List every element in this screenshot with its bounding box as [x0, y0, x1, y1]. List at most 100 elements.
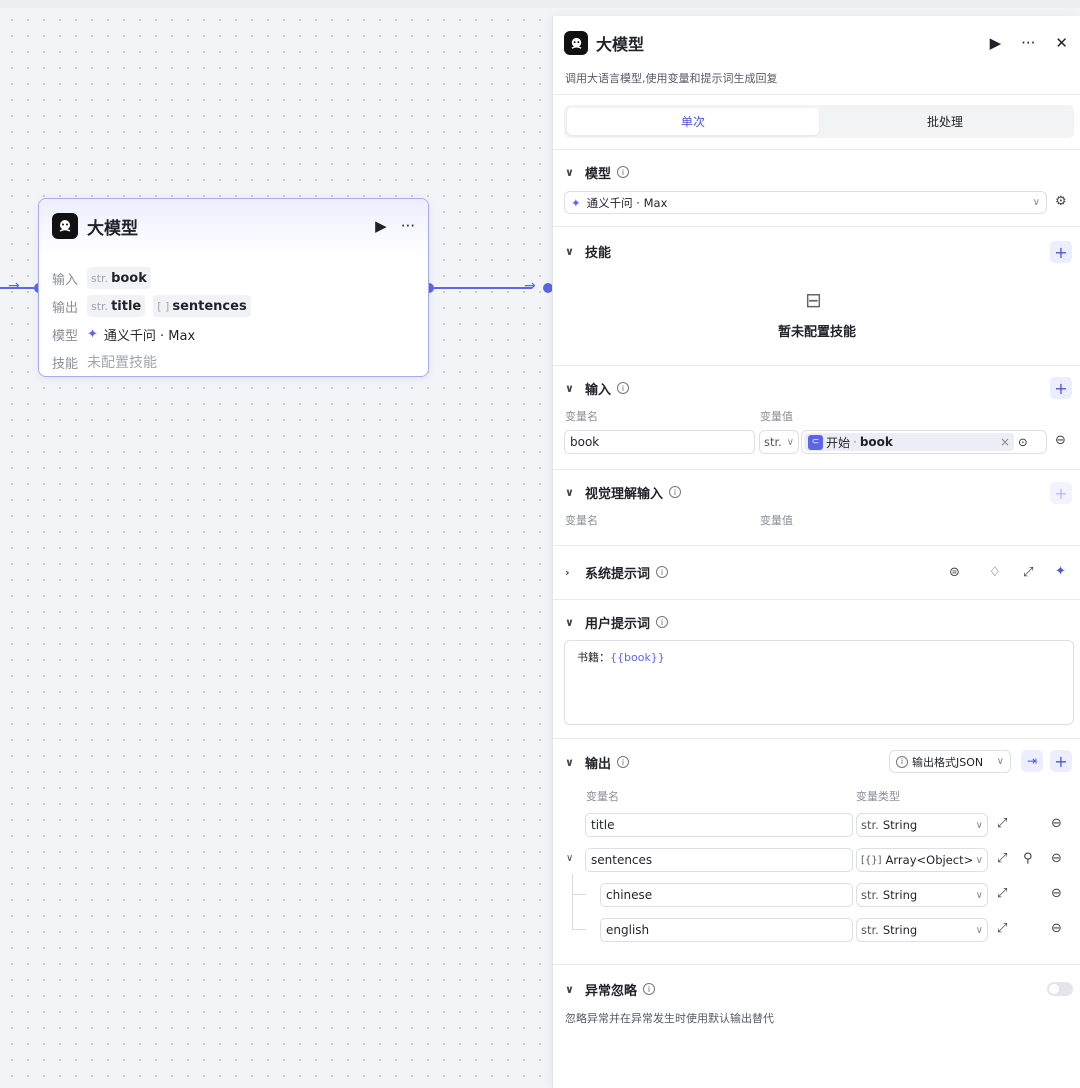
remove-input-icon[interactable]: ⊖: [1055, 433, 1066, 448]
close-icon[interactable]: ✕: [1055, 34, 1068, 52]
import-output-button[interactable]: ⇥: [1021, 750, 1043, 772]
prompt-variable: {{book}}: [610, 651, 665, 664]
remove-output-icon[interactable]: ⊖: [1051, 816, 1062, 831]
add-output-button[interactable]: +: [1050, 750, 1072, 772]
run-icon[interactable]: ▶: [375, 217, 387, 235]
input-var-name[interactable]: book: [564, 430, 755, 454]
chevron-down-icon: ∨: [786, 436, 794, 448]
chevron-down-icon: ∨: [996, 756, 1004, 767]
info-icon: i: [656, 566, 669, 578]
node-title: 大模型: [87, 218, 138, 239]
chevron-down-icon[interactable]: ∨: [566, 853, 573, 864]
chevron-down-icon: ∨: [565, 244, 574, 258]
top-strip: [0, 0, 1080, 8]
info-icon: i: [617, 382, 630, 394]
next-node-handle[interactable]: [543, 283, 552, 293]
user-prompt-editor[interactable]: 书籍：{{book}}: [564, 640, 1074, 725]
model-section-header[interactable]: ∨ 模型 i: [565, 162, 630, 182]
llm-logo-icon: [564, 31, 588, 55]
settings-icon[interactable]: ⚙: [1055, 194, 1067, 209]
output-var-name[interactable]: chinese: [600, 883, 853, 907]
qwen-icon: ✦: [87, 326, 98, 342]
add-vision-input-button[interactable]: +: [1050, 482, 1072, 504]
prompt-library-icon[interactable]: ⊜: [949, 565, 960, 580]
output-type-select[interactable]: [{}] Array<Object> ∨: [856, 848, 988, 872]
expand-icon[interactable]: ⤢: [997, 816, 1007, 831]
chevron-down-icon: ∨: [975, 819, 983, 831]
run-icon[interactable]: ▶: [990, 34, 1002, 52]
empty-box-icon: ⊟: [805, 288, 822, 312]
info-icon: i: [617, 166, 630, 178]
clear-icon[interactable]: ×: [1000, 435, 1010, 449]
qwen-icon: ✦: [571, 195, 581, 210]
expand-icon[interactable]: ⤢: [1023, 565, 1033, 580]
llm-node-card[interactable]: 大模型 ▶ ··· 输入 str. book 输出 str. title [ ] se…: [38, 198, 429, 377]
info-icon: i: [656, 616, 669, 628]
expand-icon[interactable]: ⤢: [997, 921, 1007, 936]
input-value-field[interactable]: ⊂ 开始 · book × ⊙: [801, 430, 1047, 454]
workflow-canvas[interactable]: → → 大模型 ▶ ··· 输入 str.book 输出 str.title: [0, 8, 552, 1088]
panel-description: 调用大语言模型,使用变量和提示词生成回复: [565, 72, 778, 85]
remove-output-icon[interactable]: ⊖: [1051, 851, 1062, 866]
add-skill-button[interactable]: +: [1050, 241, 1072, 263]
exception-description: 忽略异常并在异常发生时使用默认输出替代: [565, 1012, 774, 1025]
variable-picker-icon[interactable]: ⊙: [1018, 435, 1028, 449]
output-col-name: 变量名: [586, 790, 619, 803]
chevron-down-icon: ∨: [565, 615, 574, 629]
info-icon: i: [896, 755, 908, 768]
output-type-select[interactable]: str. String ∨: [856, 883, 988, 907]
node-skill-value: 未配置技能: [87, 355, 157, 371]
more-icon[interactable]: ···: [401, 217, 415, 235]
chevron-down-icon: ∨: [975, 924, 983, 936]
more-icon[interactable]: ···: [1021, 34, 1035, 52]
user-prompt-section-header[interactable]: ∨ 用户提示词 i: [565, 612, 669, 632]
node-output-label: 输出: [52, 300, 79, 316]
output-format-select[interactable]: i 输出格式JSON ∨: [889, 750, 1011, 773]
input-col-value: 变量值: [760, 410, 793, 423]
exception-toggle[interactable]: [1047, 982, 1073, 996]
output-var-name[interactable]: english: [600, 918, 853, 942]
expand-icon[interactable]: ⤢: [997, 886, 1007, 901]
input-type-select[interactable]: str. ∨: [759, 430, 799, 454]
vision-col-name: 变量名: [565, 514, 598, 527]
tab-single[interactable]: 单次: [567, 108, 819, 135]
node-model-label: 模型: [52, 328, 79, 344]
output-var-name[interactable]: sentences: [585, 848, 853, 872]
tab-batch[interactable]: 批处理: [819, 108, 1071, 135]
chevron-down-icon: ∨: [565, 381, 574, 395]
outgoing-edge-arrow: →: [524, 278, 536, 294]
exception-section-header[interactable]: ∨ 异常忽略 i: [565, 979, 656, 999]
node-model-value: 通义千问 · Max: [103, 328, 196, 344]
chevron-down-icon: ∨: [565, 165, 574, 179]
node-output-tag: str. title: [87, 295, 146, 317]
panel-title: 大模型: [596, 35, 645, 54]
lightbulb-icon[interactable]: ♢: [989, 565, 1001, 580]
system-prompt-section-header[interactable]: › 系统提示词 i: [565, 562, 669, 582]
outgoing-edge: [434, 287, 532, 289]
ai-sparkle-icon[interactable]: ✦: [1055, 564, 1066, 579]
info-icon: i: [617, 756, 630, 768]
expand-icon[interactable]: ⤢: [997, 851, 1007, 866]
output-col-type: 变量类型: [856, 790, 900, 803]
output-type-select[interactable]: str. String ∨: [856, 918, 988, 942]
model-select[interactable]: ✦ 通义千问 · Max ∨: [564, 191, 1047, 214]
input-section-header[interactable]: ∨ 输入 i: [565, 378, 630, 398]
remove-output-icon[interactable]: ⊖: [1051, 921, 1062, 936]
chevron-down-icon: ∨: [565, 485, 574, 499]
output-section-header[interactable]: ∨ 输出 i: [565, 752, 630, 772]
vision-col-value: 变量值: [760, 514, 793, 527]
incoming-edge-arrow: →: [8, 278, 20, 294]
node-config-panel: 大模型 ▶ ··· ✕ 调用大语言模型,使用变量和提示词生成回复 单次 批处理 …: [552, 16, 1080, 1088]
add-child-icon[interactable]: ⚲: [1023, 851, 1033, 866]
start-node-icon: ⊂: [808, 434, 823, 450]
skills-section-header[interactable]: ∨ 技能: [565, 241, 611, 261]
remove-output-icon[interactable]: ⊖: [1051, 886, 1062, 901]
node-output-tag: [ ] sentences: [153, 295, 251, 317]
output-var-name[interactable]: title: [585, 813, 853, 837]
node-input-tag: str. book: [87, 267, 151, 289]
add-input-button[interactable]: +: [1050, 377, 1072, 399]
vision-section-header[interactable]: ∨ 视觉理解输入 i: [565, 482, 682, 502]
ref-source: 开始: [826, 435, 851, 450]
chevron-down-icon: ∨: [565, 755, 574, 769]
output-type-select[interactable]: str. String ∨: [856, 813, 988, 837]
